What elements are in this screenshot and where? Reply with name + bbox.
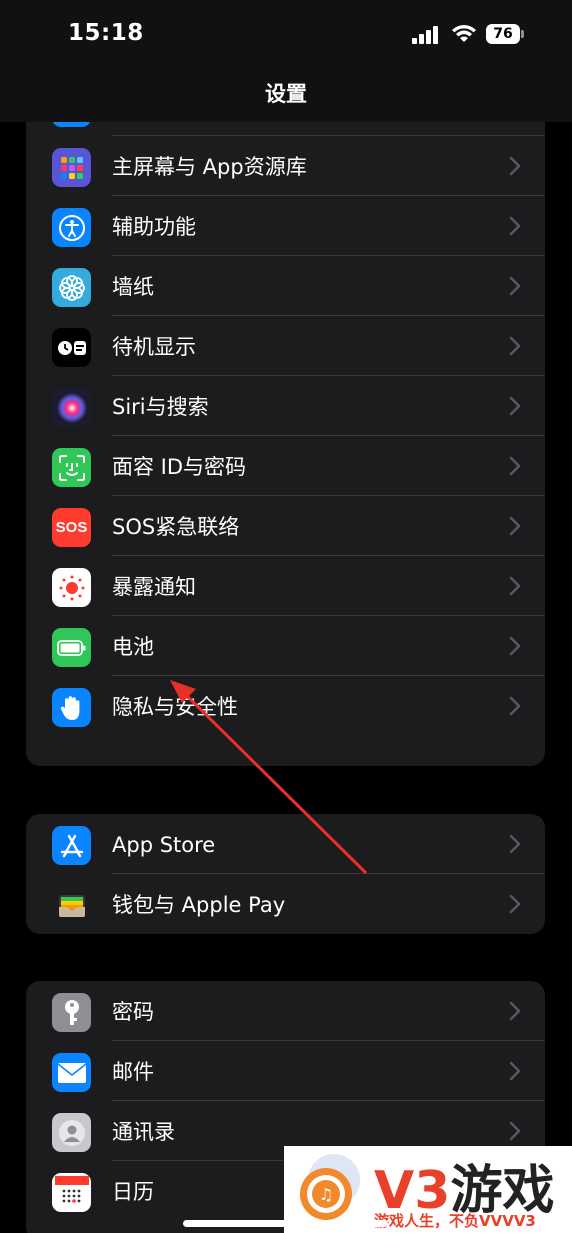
settings-row-label: 主屏幕与 App资源库: [112, 155, 307, 179]
contacts-icon: [52, 1113, 91, 1152]
chevron-right-icon: [509, 1061, 521, 1081]
settings-row-label: 电池: [112, 635, 154, 659]
siri-icon: [52, 388, 91, 427]
settings-row-flower[interactable]: 墙纸: [26, 256, 545, 316]
hand-icon: [52, 688, 91, 727]
chevron-right-icon: [509, 516, 521, 536]
chevron-right-icon: [509, 636, 521, 656]
settings-row-mail[interactable]: 邮件: [26, 1041, 545, 1101]
settings-row-label: 辅助功能: [112, 215, 196, 239]
chevron-right-icon: [509, 456, 521, 476]
settings-row-label: 暴露通知: [112, 575, 196, 599]
settings-row-sos[interactable]: SOS SOS紧急联络: [26, 496, 545, 556]
chevron-right-icon: [509, 1001, 521, 1021]
app-store-icon: [52, 826, 91, 865]
status-bar: 15:18 76: [0, 0, 572, 70]
settings-row-exposure[interactable]: 暴露通知: [26, 556, 545, 616]
battery-status-icon: 76: [486, 24, 524, 44]
app-grid-icon: [52, 148, 91, 187]
chevron-right-icon: [509, 276, 521, 296]
settings-row-label: 日历: [112, 1180, 154, 1204]
battery-icon: [52, 628, 91, 667]
sos-icon: SOS: [52, 508, 91, 547]
battery-percentage: 76: [486, 24, 520, 44]
page-title: 设置: [265, 82, 307, 106]
chevron-right-icon: [509, 576, 521, 596]
settings-row-label: 钱包与 Apple Pay: [112, 893, 286, 917]
chevron-right-icon: [509, 396, 521, 416]
chevron-right-icon: [509, 156, 521, 176]
key-icon: [52, 993, 91, 1032]
settings-row-key[interactable]: 密码: [26, 981, 545, 1041]
face-id-icon: [52, 448, 91, 487]
exposure-icon: [52, 568, 91, 607]
chevron-right-icon: [509, 894, 521, 914]
settings-group-store: App Store 钱包与 Apple Pay: [26, 814, 545, 934]
settings-row-label: App Store: [112, 833, 216, 857]
chevron-right-icon: [509, 336, 521, 356]
settings-group-general: 显示与亮度主屏幕与 App资源库辅助功能墙纸待机显示Siri与搜索面容 ID与密…: [26, 104, 545, 766]
chevron-right-icon: [509, 834, 521, 854]
settings-row-siri[interactable]: Siri与搜索: [26, 376, 545, 436]
chevron-right-icon: [509, 1121, 521, 1141]
chevron-right-icon: [509, 216, 521, 236]
watermark-slogan: 游戏人生，不负VVVV3: [374, 1212, 536, 1230]
settings-row-accessibility[interactable]: 辅助功能: [26, 196, 545, 256]
settings-row-label: 通讯录: [112, 1120, 175, 1144]
settings-row-app-grid[interactable]: 主屏幕与 App资源库: [26, 136, 545, 196]
settings-row-label: 面容 ID与密码: [112, 455, 247, 479]
settings-row-label: 墙纸: [112, 275, 154, 299]
settings-row-label: SOS紧急联络: [112, 515, 240, 539]
standby-icon: [52, 328, 91, 367]
settings-row-label: 待机显示: [112, 335, 196, 359]
flower-icon: [52, 268, 91, 307]
settings-row-label: 隐私与安全性: [112, 695, 238, 719]
calendar-icon: [52, 1173, 91, 1212]
settings-row-wallet[interactable]: 钱包与 Apple Pay: [26, 874, 545, 934]
settings-row-battery[interactable]: 电池: [26, 616, 545, 676]
mail-icon: [52, 1053, 91, 1092]
settings-row-face-id[interactable]: 面容 ID与密码: [26, 436, 545, 496]
cellular-signal-icon: [412, 26, 442, 44]
home-indicator[interactable]: [183, 1220, 388, 1227]
settings-row-label: Siri与搜索: [112, 395, 209, 419]
settings-row-hand[interactable]: 隐私与安全性: [26, 676, 545, 736]
settings-row-standby[interactable]: 待机显示: [26, 316, 545, 376]
wifi-icon: [452, 25, 476, 42]
svg-text:♫: ♫: [319, 1185, 333, 1204]
settings-row-label: 邮件: [112, 1060, 154, 1084]
status-time: 15:18: [68, 20, 144, 46]
chevron-right-icon: [509, 696, 521, 716]
wallet-icon: [52, 886, 91, 925]
accessibility-icon: [52, 208, 91, 247]
settings-row-app-store[interactable]: App Store: [26, 814, 545, 874]
settings-row-label: 密码: [112, 1000, 154, 1024]
